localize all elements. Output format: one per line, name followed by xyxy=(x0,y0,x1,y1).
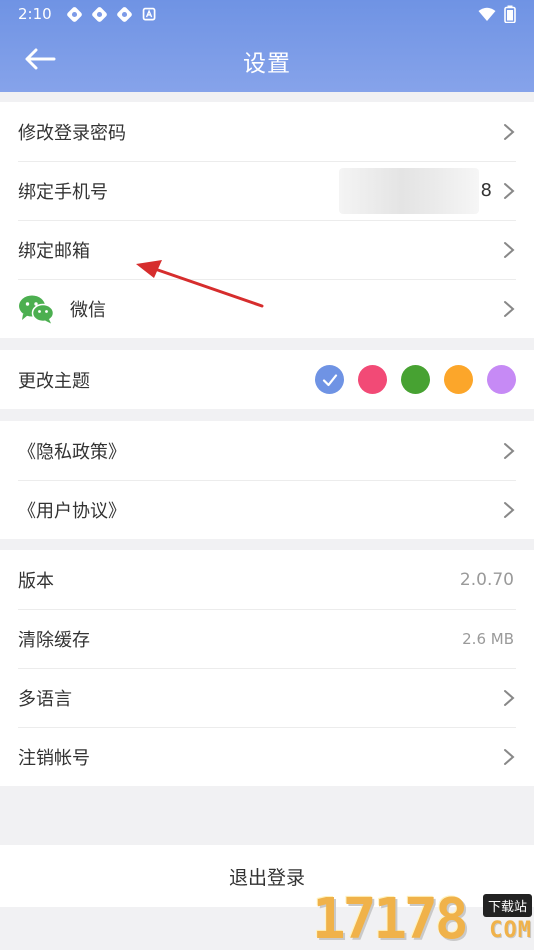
chevron-right-icon xyxy=(504,689,515,706)
row-label: 注销帐号 xyxy=(18,747,90,769)
app-icon xyxy=(66,6,82,22)
theme-swatch[interactable] xyxy=(487,365,516,394)
status-right xyxy=(478,5,516,23)
status-bar: 2:10 xyxy=(0,0,534,28)
version-value: 2.0.70 xyxy=(459,569,514,590)
user-agreement-row[interactable]: 《用户协议》 xyxy=(0,480,534,539)
theme-swatch[interactable] xyxy=(401,365,430,394)
watermark-badge: 下载站 xyxy=(482,894,532,917)
wechat-icon xyxy=(19,295,54,323)
row-label: 微信 xyxy=(70,299,106,321)
theme-swatch[interactable] xyxy=(358,365,387,394)
chevron-right-icon xyxy=(504,182,515,199)
app-icon xyxy=(116,6,132,22)
theme-swatch[interactable] xyxy=(444,365,473,394)
app-icon xyxy=(91,6,107,22)
chevron-right-icon xyxy=(504,501,515,518)
chevron-right-icon xyxy=(504,300,515,317)
row-label: 版本 xyxy=(18,570,54,592)
row-label: 《用户协议》 xyxy=(18,500,126,522)
privacy-policy-row[interactable]: 《隐私政策》 xyxy=(0,421,534,480)
checkmark-icon xyxy=(322,373,337,386)
account-group: 修改登录密码 绑定手机号 8 绑定邮箱 微信 xyxy=(0,102,534,338)
change-password-row[interactable]: 修改登录密码 xyxy=(0,102,534,161)
policy-group: 《隐私政策》 《用户协议》 xyxy=(0,421,534,539)
page-title: 设置 xyxy=(243,51,291,77)
chevron-right-icon xyxy=(504,748,515,765)
battery-icon xyxy=(504,5,516,23)
cache-size-value: 2.6 MB xyxy=(462,629,514,648)
chevron-right-icon xyxy=(504,241,515,258)
row-label: 多语言 xyxy=(18,688,72,710)
watermark-com: COM xyxy=(489,918,532,943)
status-time: 2:10 xyxy=(18,5,52,23)
app-header: 2:10 设置 xyxy=(0,0,534,92)
version-row: 版本 2.0.70 xyxy=(0,550,534,609)
wechat-row[interactable]: 微信 xyxy=(0,279,534,338)
row-label: 更改主题 xyxy=(18,370,90,392)
language-row[interactable]: 多语言 xyxy=(0,668,534,727)
bind-email-row[interactable]: 绑定邮箱 xyxy=(0,220,534,279)
chevron-right-icon xyxy=(504,442,515,459)
phone-number-redacted xyxy=(338,167,479,214)
nav-bar: 设置 xyxy=(0,28,534,92)
watermark-logo: 17178 下载站 COM xyxy=(312,888,534,950)
wifi-icon xyxy=(478,7,496,21)
watermark-digits: 17178 xyxy=(312,887,469,950)
row-label: 绑定手机号 xyxy=(18,181,108,203)
a-icon xyxy=(142,7,156,20)
row-label: 清除缓存 xyxy=(18,629,90,651)
change-theme-row: 更改主题 xyxy=(0,350,534,409)
row-label: 《隐私政策》 xyxy=(18,441,126,463)
theme-swatch[interactable] xyxy=(315,365,344,394)
delete-account-row[interactable]: 注销帐号 xyxy=(0,727,534,786)
info-group: 版本 2.0.70 清除缓存 2.6 MB 多语言 注销帐号 xyxy=(0,550,534,786)
row-label: 绑定邮箱 xyxy=(18,240,90,262)
theme-swatches xyxy=(301,365,516,394)
chevron-right-icon xyxy=(504,123,515,140)
bind-phone-row[interactable]: 绑定手机号 8 xyxy=(0,161,534,220)
clear-cache-row[interactable]: 清除缓存 2.6 MB xyxy=(0,609,534,668)
row-label: 修改登录密码 xyxy=(18,122,126,144)
phone-number-suffix: 8 xyxy=(480,180,492,201)
theme-group: 更改主题 xyxy=(0,350,534,409)
